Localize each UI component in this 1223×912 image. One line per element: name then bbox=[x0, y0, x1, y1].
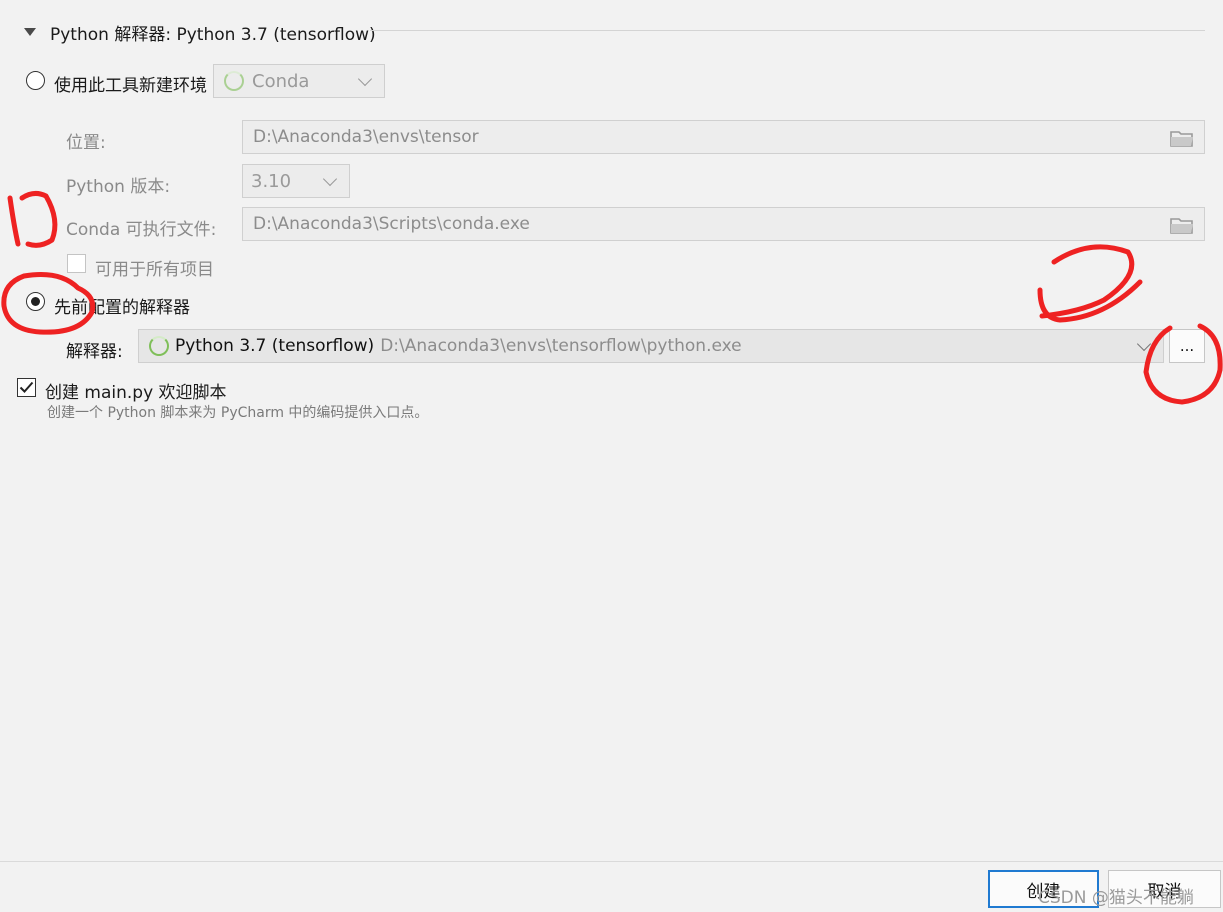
python-version-combo[interactable]: 3.10 bbox=[242, 164, 350, 198]
browse-interpreter-button[interactable]: ... bbox=[1169, 329, 1205, 363]
chevron-down-icon bbox=[322, 171, 338, 187]
new-env-label: 使用此工具新建环境 bbox=[54, 76, 207, 96]
csdn-watermark: CSDN @猫头不能躺 bbox=[1038, 888, 1194, 908]
conda-exe-field[interactable]: D:\Anaconda3\Scripts\conda.exe bbox=[242, 207, 1205, 241]
new-env-radio[interactable] bbox=[26, 71, 45, 90]
chevron-down-icon bbox=[357, 71, 373, 87]
env-tool-value: Conda bbox=[252, 70, 310, 92]
location-value: D:\Anaconda3\envs\tensor bbox=[253, 127, 479, 147]
interpreter-path: D:\Anaconda3\envs\tensorflow\python.exe bbox=[380, 336, 742, 356]
collapse-triangle-icon bbox=[24, 28, 36, 36]
existing-interpreter-radio[interactable] bbox=[26, 292, 45, 311]
annotation-mark-1 bbox=[7, 190, 58, 248]
conda-spinner-icon bbox=[149, 336, 169, 356]
python-version-label: Python 版本: bbox=[66, 177, 171, 197]
annotation-mark-2 bbox=[1037, 244, 1143, 323]
interpreter-combo[interactable]: Python 3.7 (tensorflow) D:\Anaconda3\env… bbox=[138, 329, 1164, 363]
folder-icon[interactable] bbox=[1170, 216, 1194, 234]
all-projects-checkbox[interactable] bbox=[67, 254, 86, 273]
section-divider bbox=[370, 30, 1205, 31]
folder-icon[interactable] bbox=[1170, 129, 1194, 147]
welcome-script-label: 创建 main.py 欢迎脚本 bbox=[45, 383, 227, 403]
chevron-down-icon bbox=[1136, 336, 1152, 352]
all-projects-label: 可用于所有项目 bbox=[95, 260, 214, 280]
check-icon bbox=[19, 381, 34, 393]
python-version-value: 3.10 bbox=[251, 170, 292, 192]
interpreter-name: Python 3.7 (tensorflow) bbox=[175, 336, 375, 356]
welcome-script-hint: 创建一个 Python 脚本来为 PyCharm 中的编码提供入口点。 bbox=[47, 405, 429, 421]
location-label: 位置: bbox=[66, 133, 106, 153]
conda-exe-label: Conda 可执行文件: bbox=[66, 220, 217, 240]
conda-spinner-icon bbox=[224, 71, 244, 91]
interpreter-section-header[interactable]: Python 解释器: Python 3.7 (tensorflow) bbox=[24, 18, 376, 46]
conda-exe-value: D:\Anaconda3\Scripts\conda.exe bbox=[253, 214, 530, 234]
welcome-script-checkbox[interactable] bbox=[17, 378, 36, 397]
interpreter-label: 解释器: bbox=[66, 342, 123, 362]
footer-divider bbox=[0, 861, 1223, 862]
existing-interpreter-label: 先前配置的解释器 bbox=[54, 298, 190, 318]
env-tool-combo[interactable]: Conda bbox=[213, 64, 385, 98]
location-field[interactable]: D:\Anaconda3\envs\tensor bbox=[242, 120, 1205, 154]
section-title: Python 解释器: Python 3.7 (tensorflow) bbox=[50, 24, 376, 45]
